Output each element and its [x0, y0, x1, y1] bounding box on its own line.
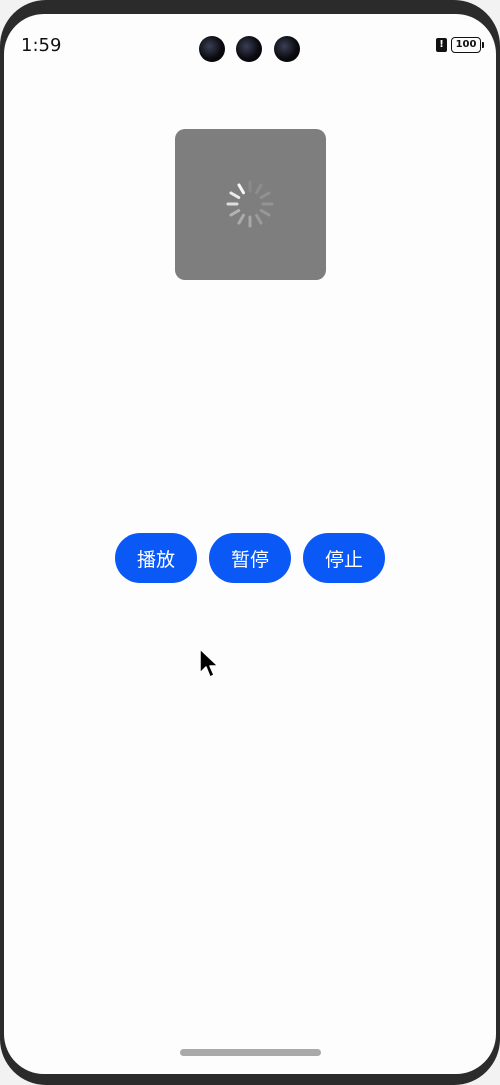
stop-button[interactable]: 停止 [303, 533, 385, 583]
status-bar: 1:59 ! 100 [4, 14, 496, 74]
loading-spinner-icon [226, 180, 274, 228]
status-time: 1:59 [21, 35, 62, 56]
battery-icon: 100 [451, 37, 484, 53]
mouse-pointer-icon [199, 648, 219, 678]
pause-button[interactable]: 暂停 [209, 533, 291, 583]
front-camera-icon [199, 36, 225, 62]
play-button[interactable]: 播放 [115, 533, 197, 583]
front-camera-icon [236, 36, 262, 62]
app-screen: 1:59 ! 100 播放 暂停 停止 [4, 14, 496, 1074]
playback-controls: 播放 暂停 停止 [4, 533, 496, 583]
alert-icon: ! [436, 38, 447, 52]
home-indicator[interactable] [180, 1049, 321, 1056]
device-frame: 1:59 ! 100 播放 暂停 停止 [0, 0, 500, 1085]
video-player[interactable] [175, 129, 326, 280]
status-icons: ! 100 [436, 37, 484, 53]
front-camera-icon [274, 36, 300, 62]
